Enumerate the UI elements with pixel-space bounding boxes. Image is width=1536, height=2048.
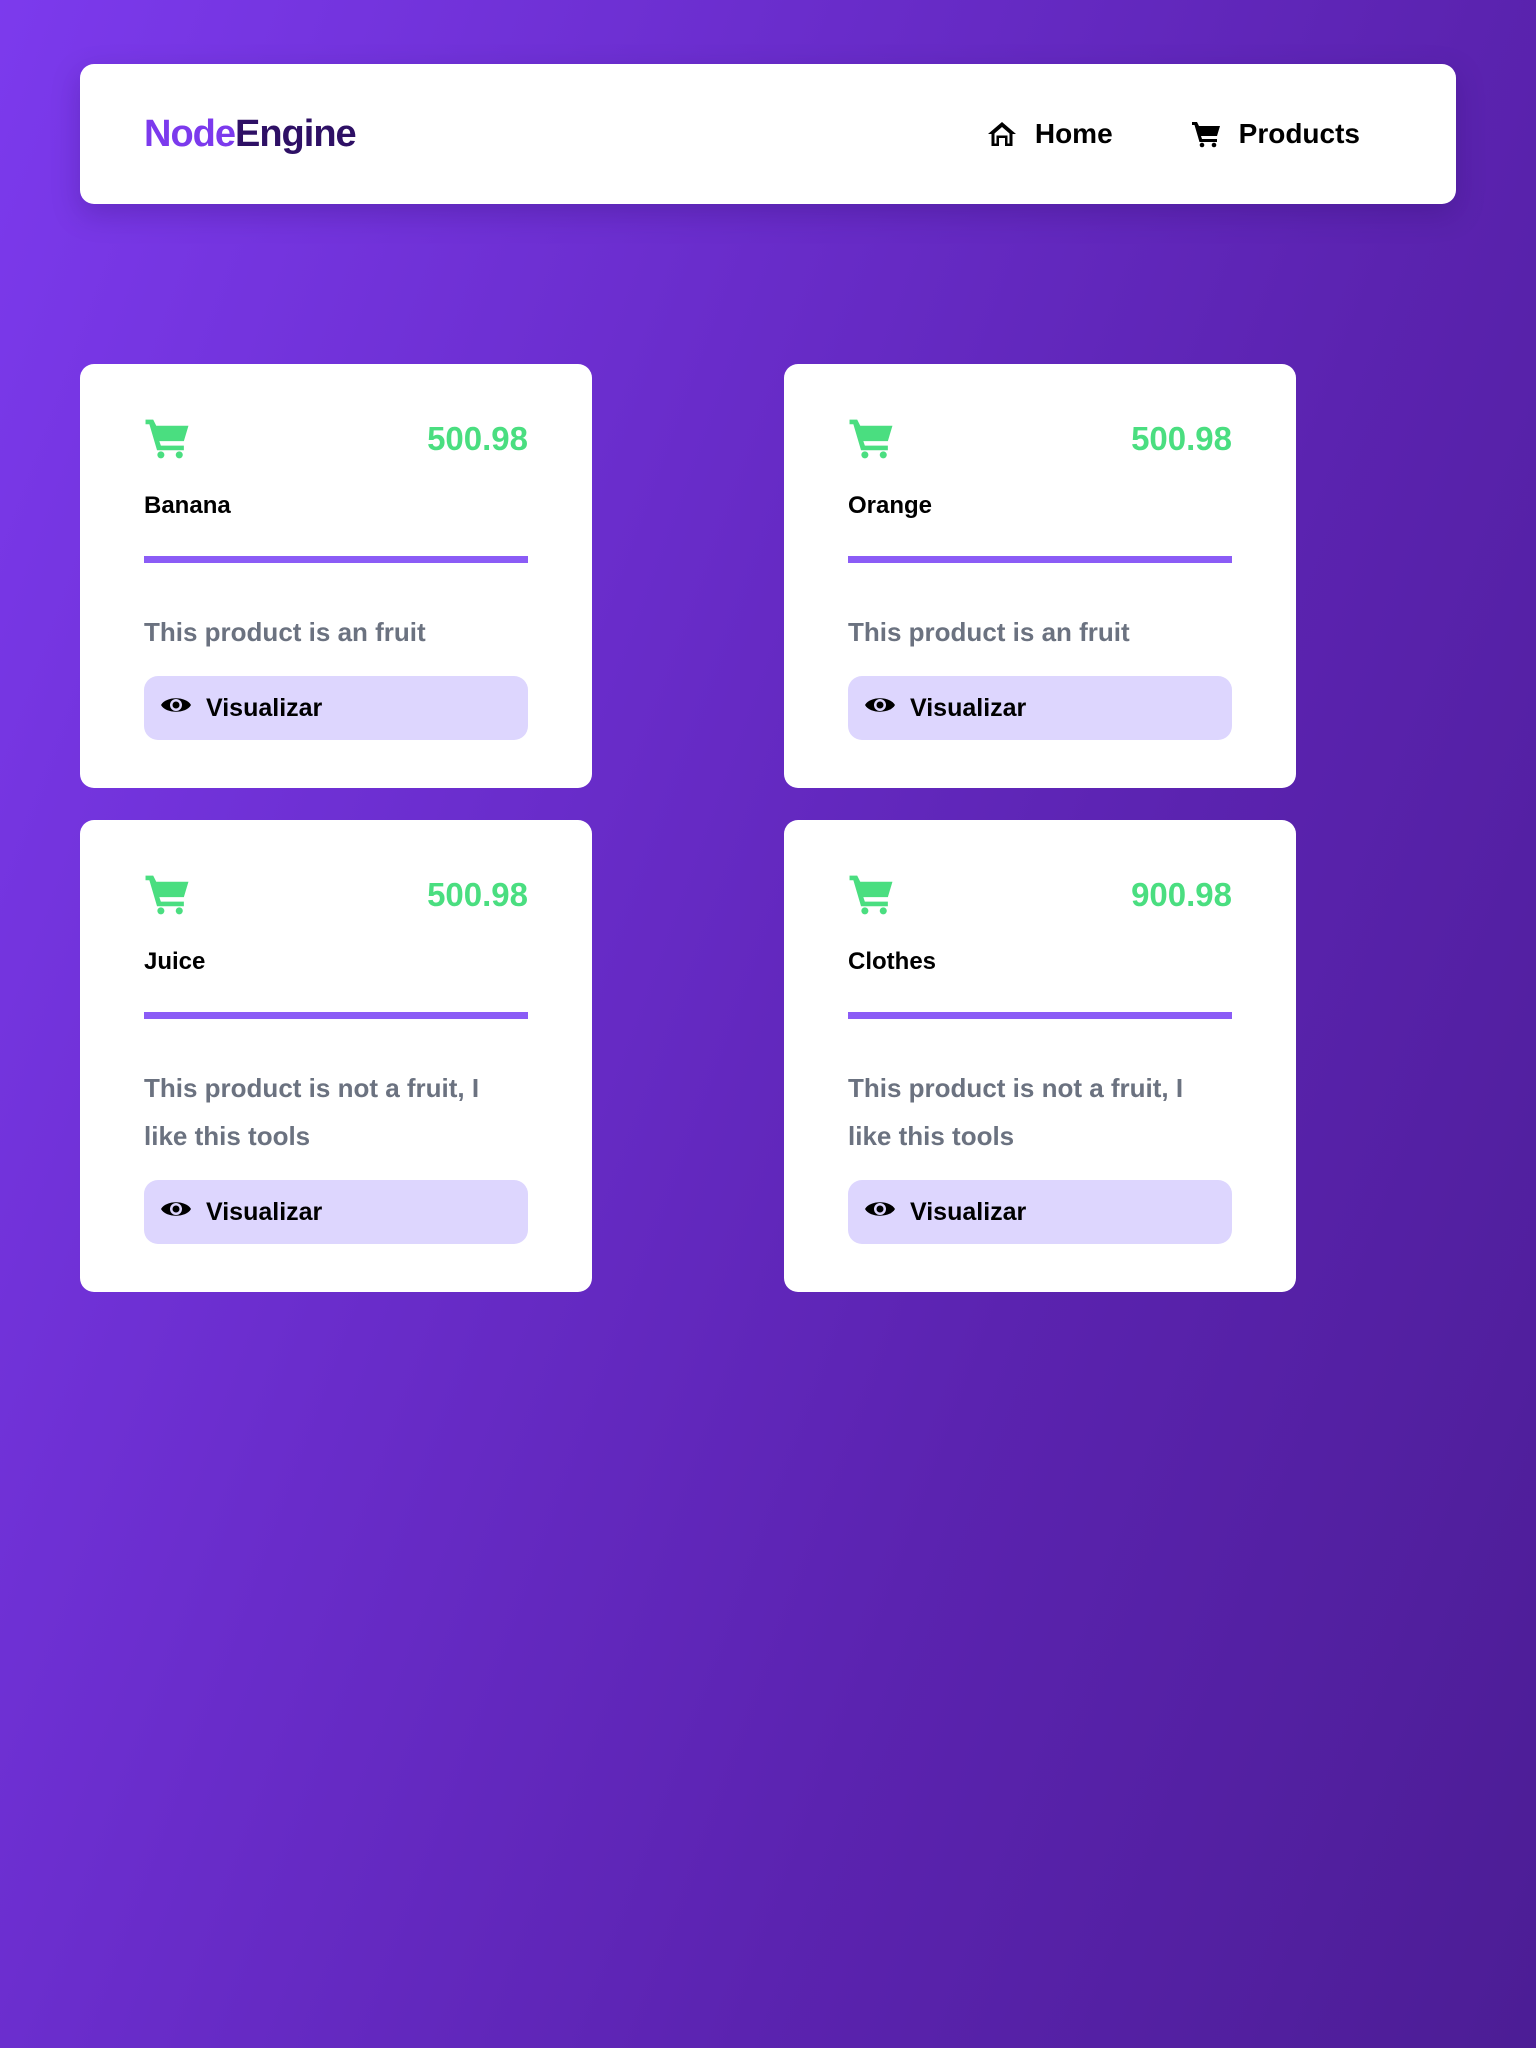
product-price: 500.98 — [427, 420, 528, 457]
view-button-label: Visualizar — [910, 693, 1027, 722]
divider — [848, 1012, 1232, 1019]
eye-icon — [864, 694, 896, 723]
product-description: This product is an fruit — [144, 617, 426, 647]
product-description: This product is not a fruit, I like this… — [848, 1073, 1184, 1151]
brand-engine: Engine — [235, 113, 357, 155]
view-button-label: Visualizar — [206, 693, 323, 722]
cart-icon — [1191, 120, 1221, 148]
view-button[interactable]: Visualizar — [144, 1180, 528, 1244]
nav-products-label: Products — [1238, 118, 1360, 149]
cart-icon — [848, 416, 894, 465]
divider — [144, 1012, 528, 1019]
view-button[interactable]: Visualizar — [144, 676, 528, 740]
brand-logo[interactable]: NodeEngine — [144, 64, 357, 204]
product-card: 500.98 Banana This product is an fruit V… — [80, 364, 592, 788]
eye-icon — [864, 1198, 896, 1227]
view-button-label: Visualizar — [206, 1197, 323, 1226]
cart-icon — [144, 416, 190, 465]
brand-node: Node — [144, 113, 236, 155]
home-icon — [987, 120, 1017, 148]
product-price: 500.98 — [427, 876, 528, 913]
product-card: 500.98 Orange This product is an fruit V… — [784, 364, 1296, 788]
view-button[interactable]: Visualizar — [848, 1180, 1232, 1244]
product-name: Orange — [848, 492, 933, 519]
eye-icon — [160, 1198, 192, 1227]
cart-icon — [144, 872, 190, 921]
divider — [848, 556, 1232, 563]
nav-products[interactable]: Products — [1191, 118, 1360, 150]
product-name: Juice — [144, 948, 206, 975]
navbar: NodeEngine Home Products — [80, 64, 1456, 204]
nav-home[interactable]: Home — [987, 118, 1113, 150]
product-name: Clothes — [848, 948, 937, 975]
eye-icon — [160, 694, 192, 723]
nav-home-label: Home — [1034, 118, 1113, 149]
product-description: This product is an fruit — [848, 617, 1130, 647]
product-price: 500.98 — [1131, 420, 1232, 457]
view-button[interactable]: Visualizar — [848, 676, 1232, 740]
nav-menu: Home Products — [987, 64, 1360, 204]
view-button-label: Visualizar — [910, 1197, 1027, 1226]
product-name: Banana — [144, 492, 231, 519]
product-card: 500.98 Juice This product is not a fruit… — [80, 820, 592, 1292]
product-card: 900.98 Clothes This product is not a fru… — [784, 820, 1296, 1292]
product-price: 900.98 — [1131, 876, 1232, 913]
product-description: This product is not a fruit, I like this… — [144, 1073, 480, 1151]
divider — [144, 556, 528, 563]
cart-icon — [848, 872, 894, 921]
